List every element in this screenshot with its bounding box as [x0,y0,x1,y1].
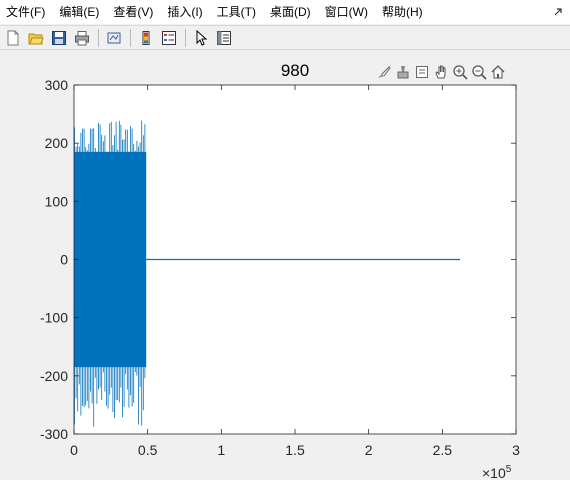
y-tick-label: -200 [40,368,68,384]
x-exponent-label: ×105 [482,464,512,480]
dock-arrow-icon[interactable] [546,0,570,24]
toolbar-separator [98,28,99,47]
pan-hand-icon[interactable] [432,63,450,81]
toolbar-separator [185,28,186,47]
menu-insert[interactable]: 插入(I) [160,0,209,24]
brush-icon[interactable] [375,63,393,81]
menu-window[interactable]: 窗口(W) [318,0,375,24]
menu-tools[interactable]: 工具(T) [210,0,263,24]
x-tick-label: 1.5 [285,442,305,458]
plot-svg: 0 0.5 1 1.5 2 2.5 3-300-200-1000100200300 980 … [40,61,520,480]
home-icon[interactable] [489,63,507,81]
chart-title: 980 [281,61,309,80]
menu-desktop[interactable]: 桌面(D) [263,0,318,24]
export-icon[interactable] [413,63,431,81]
x-exponent-power: 5 [506,464,512,475]
x-tick-label: 0 [70,442,78,458]
x-tick-label: 0.5 [138,442,158,458]
y-tick-label: 200 [45,135,69,151]
axes-toolbar [375,63,507,81]
save-icon[interactable] [48,27,70,49]
menu-file[interactable]: 文件(F) [0,0,52,24]
legend-icon[interactable] [158,27,180,49]
print-icon[interactable] [71,27,93,49]
x-tick-label: 3 [512,442,520,458]
link-plot-icon[interactable] [103,27,125,49]
y-tick-label: 300 [45,77,69,93]
y-tick-label: -100 [40,310,68,326]
menu-help[interactable]: 帮助(H) [375,0,430,24]
x-tick-label: 1 [217,442,225,458]
figure-canvas: 0 0.5 1 1.5 2 2.5 3 -300 -200 -100 0 100 200 300 980 … [0,51,570,480]
y-tick-label: 100 [45,193,69,209]
open-file-icon[interactable] [25,27,47,49]
menu-view[interactable]: 查看(V) [106,0,160,24]
colorbar-icon[interactable] [135,27,157,49]
x-tick-label: 2.5 [433,442,453,458]
pointer-icon[interactable] [190,27,212,49]
property-inspector-icon[interactable] [213,27,235,49]
toolbar-separator [130,28,131,47]
y-tick-label: -300 [40,426,68,442]
x-exponent-base: ×10 [482,465,506,480]
y-tick-label: 0 [60,252,68,268]
x-tick-label: 2 [365,442,373,458]
new-figure-icon[interactable] [2,27,24,49]
data-tips-icon[interactable] [394,63,412,81]
menu-edit[interactable]: 编辑(E) [52,0,106,24]
figure-toolbar [0,25,570,50]
menu-bar: 文件(F) 编辑(E) 查看(V) 插入(I) 工具(T) 桌面(D) 窗口(W… [0,0,570,24]
zoom-in-icon[interactable] [451,63,469,81]
zoom-out-icon[interactable] [470,63,488,81]
